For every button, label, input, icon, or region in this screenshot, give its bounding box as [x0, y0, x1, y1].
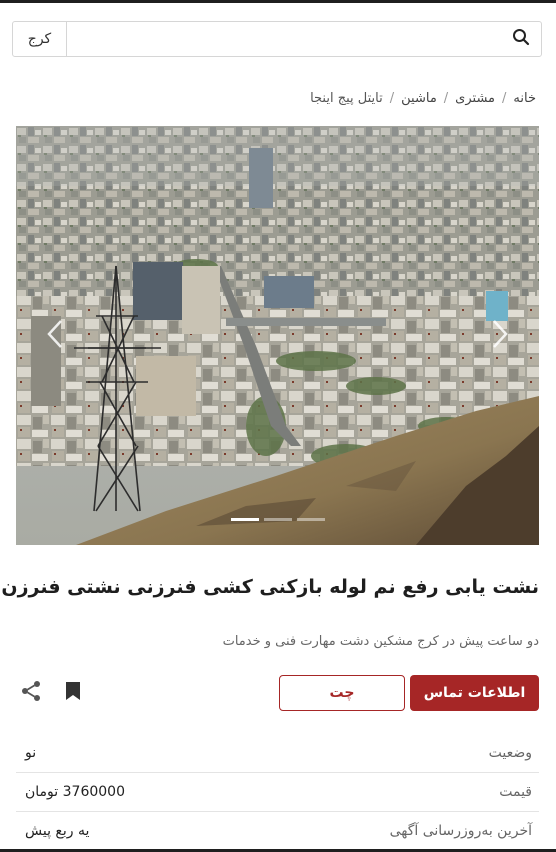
breadcrumb-separator: /	[502, 91, 507, 106]
detail-value: یه ربع پیش	[25, 823, 90, 839]
image-carousel[interactable]	[16, 126, 539, 545]
carousel-indicators	[16, 518, 539, 521]
carousel-prev-button[interactable]	[38, 316, 72, 356]
breadcrumb-separator: /	[443, 91, 449, 106]
detail-row-price: قیمت 3760000 تومان	[16, 773, 539, 812]
contact-info-button[interactable]: اطلاعات تماس	[410, 675, 539, 711]
chevron-left-icon	[47, 319, 63, 353]
chevron-right-icon	[492, 319, 508, 353]
listing-subtitle: دو ساعت پیش در کرج مشکین دشت مهارت فنی و…	[222, 634, 539, 649]
details-table: وضعیت نو قیمت 3760000 تومان آخرین به‌روز…	[16, 734, 539, 851]
detail-value: نو	[25, 745, 37, 761]
carousel-indicator[interactable]	[263, 518, 292, 521]
detail-row-condition: وضعیت نو	[16, 734, 539, 773]
detail-label: آخرین به‌روزرسانی آگهی	[389, 823, 532, 839]
search-icon	[512, 28, 530, 50]
search-button[interactable]	[501, 22, 541, 56]
breadcrumb-customer[interactable]: مشتری	[455, 91, 495, 106]
city-selector[interactable]: کرج	[13, 22, 67, 56]
listing-title: نشت یابی رفع نم لوله بازکنی کشی فنرزنی ن…	[1, 576, 539, 598]
detail-value: 3760000 تومان	[25, 784, 125, 800]
share-button[interactable]	[16, 678, 46, 708]
bookmark-icon	[65, 681, 81, 705]
breadcrumb: خانه / مشتری / ماشین / تایتل پیج اینجا	[310, 91, 536, 106]
chat-button[interactable]: چت	[279, 675, 405, 711]
search-bar: کرج	[12, 21, 542, 57]
search-input[interactable]	[67, 22, 501, 56]
detail-label: قیمت	[499, 784, 532, 800]
carousel-indicator[interactable]	[230, 518, 259, 521]
listing-photo	[16, 126, 539, 545]
bookmark-button[interactable]	[58, 678, 88, 708]
carousel-next-button[interactable]	[483, 316, 517, 356]
breadcrumb-car[interactable]: ماشین	[401, 91, 437, 106]
breadcrumb-current-page: تایتل پیج اینجا	[310, 91, 383, 106]
breadcrumb-home[interactable]: خانه	[513, 91, 536, 106]
breadcrumb-separator: /	[389, 91, 395, 106]
detail-label: وضعیت	[488, 745, 532, 761]
share-icon	[20, 680, 42, 706]
top-border	[0, 0, 556, 3]
carousel-indicator[interactable]	[296, 518, 325, 521]
detail-row-last-update: آخرین به‌روزرسانی آگهی یه ربع پیش	[16, 812, 539, 851]
action-bar: اطلاعات تماس چت	[16, 675, 539, 711]
